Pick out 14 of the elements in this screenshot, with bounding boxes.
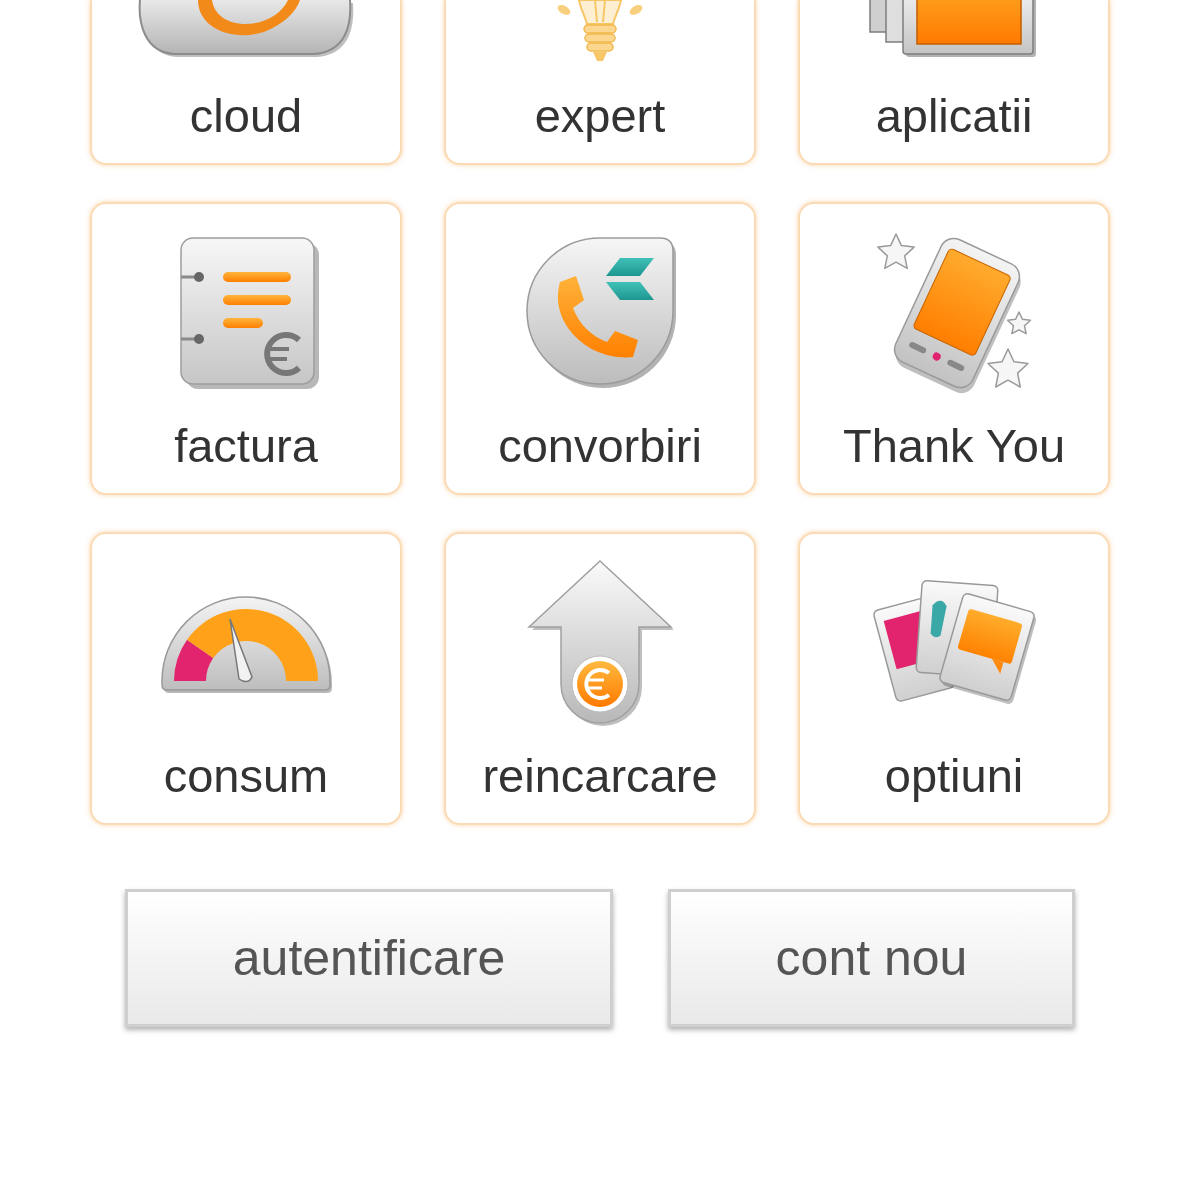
new-account-button[interactable]: cont nou xyxy=(668,889,1075,1027)
menu-tile[interactable]: expert xyxy=(444,0,756,165)
menu-tile[interactable]: factura xyxy=(90,202,402,495)
cloud-icon xyxy=(136,0,356,60)
menu-tile[interactable]: consum xyxy=(90,532,402,825)
login-button[interactable]: autentificare xyxy=(125,889,613,1027)
menu-tile[interactable]: optiuni xyxy=(798,532,1110,825)
menu-tile[interactable]: aplicatii xyxy=(798,0,1110,165)
lightbulb-icon xyxy=(555,0,645,64)
menu-tile[interactable]: cloud xyxy=(90,0,402,165)
menu-tile[interactable]: Thank You xyxy=(798,202,1110,495)
menu-tile[interactable]: reincarcare xyxy=(444,532,756,825)
menu-tile[interactable]: convorbiri xyxy=(444,202,756,495)
stacked-windows-icon xyxy=(869,0,1039,60)
